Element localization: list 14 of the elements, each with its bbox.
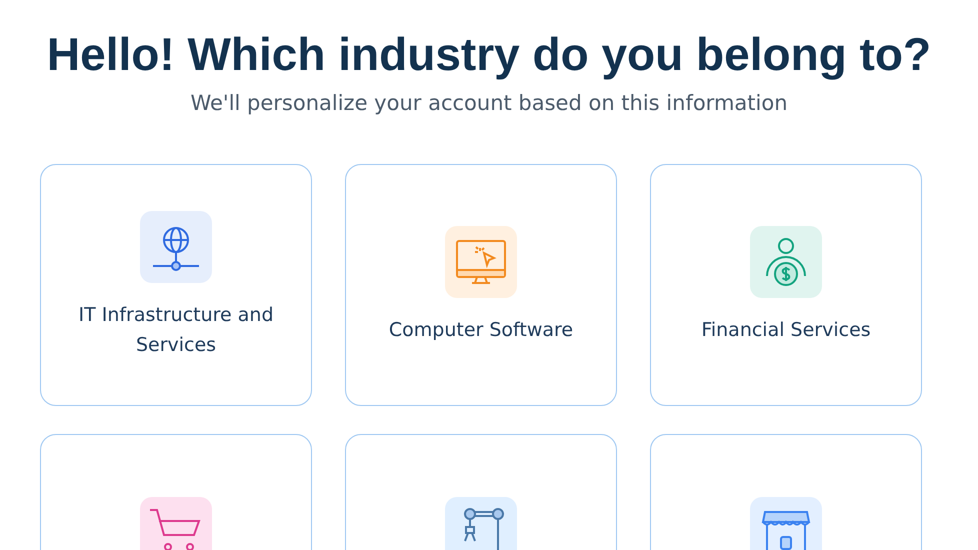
industry-card[interactable]: IT Infrastructure and Services [40, 164, 312, 406]
industry-label: IT Infrastructure and Services [77, 302, 275, 358]
person-dollar-icon [750, 226, 822, 298]
industry-label: Financial Services [701, 318, 871, 342]
industry-label: Computer Software [388, 318, 574, 342]
page-heading: Hello! Which industry do you belong to? [46, 27, 932, 82]
page-subheading: We'll personalize your account based on this information [189, 90, 789, 117]
industry-card[interactable]: Financial Services [650, 164, 922, 406]
shopping-cart-icon [140, 497, 212, 550]
storefront-icon [750, 497, 822, 550]
monitor-cursor-icon [445, 226, 517, 298]
robot-arm-icon [445, 497, 517, 550]
industry-card[interactable]: Computer Software [345, 164, 617, 406]
globe-network-icon [140, 210, 212, 282]
